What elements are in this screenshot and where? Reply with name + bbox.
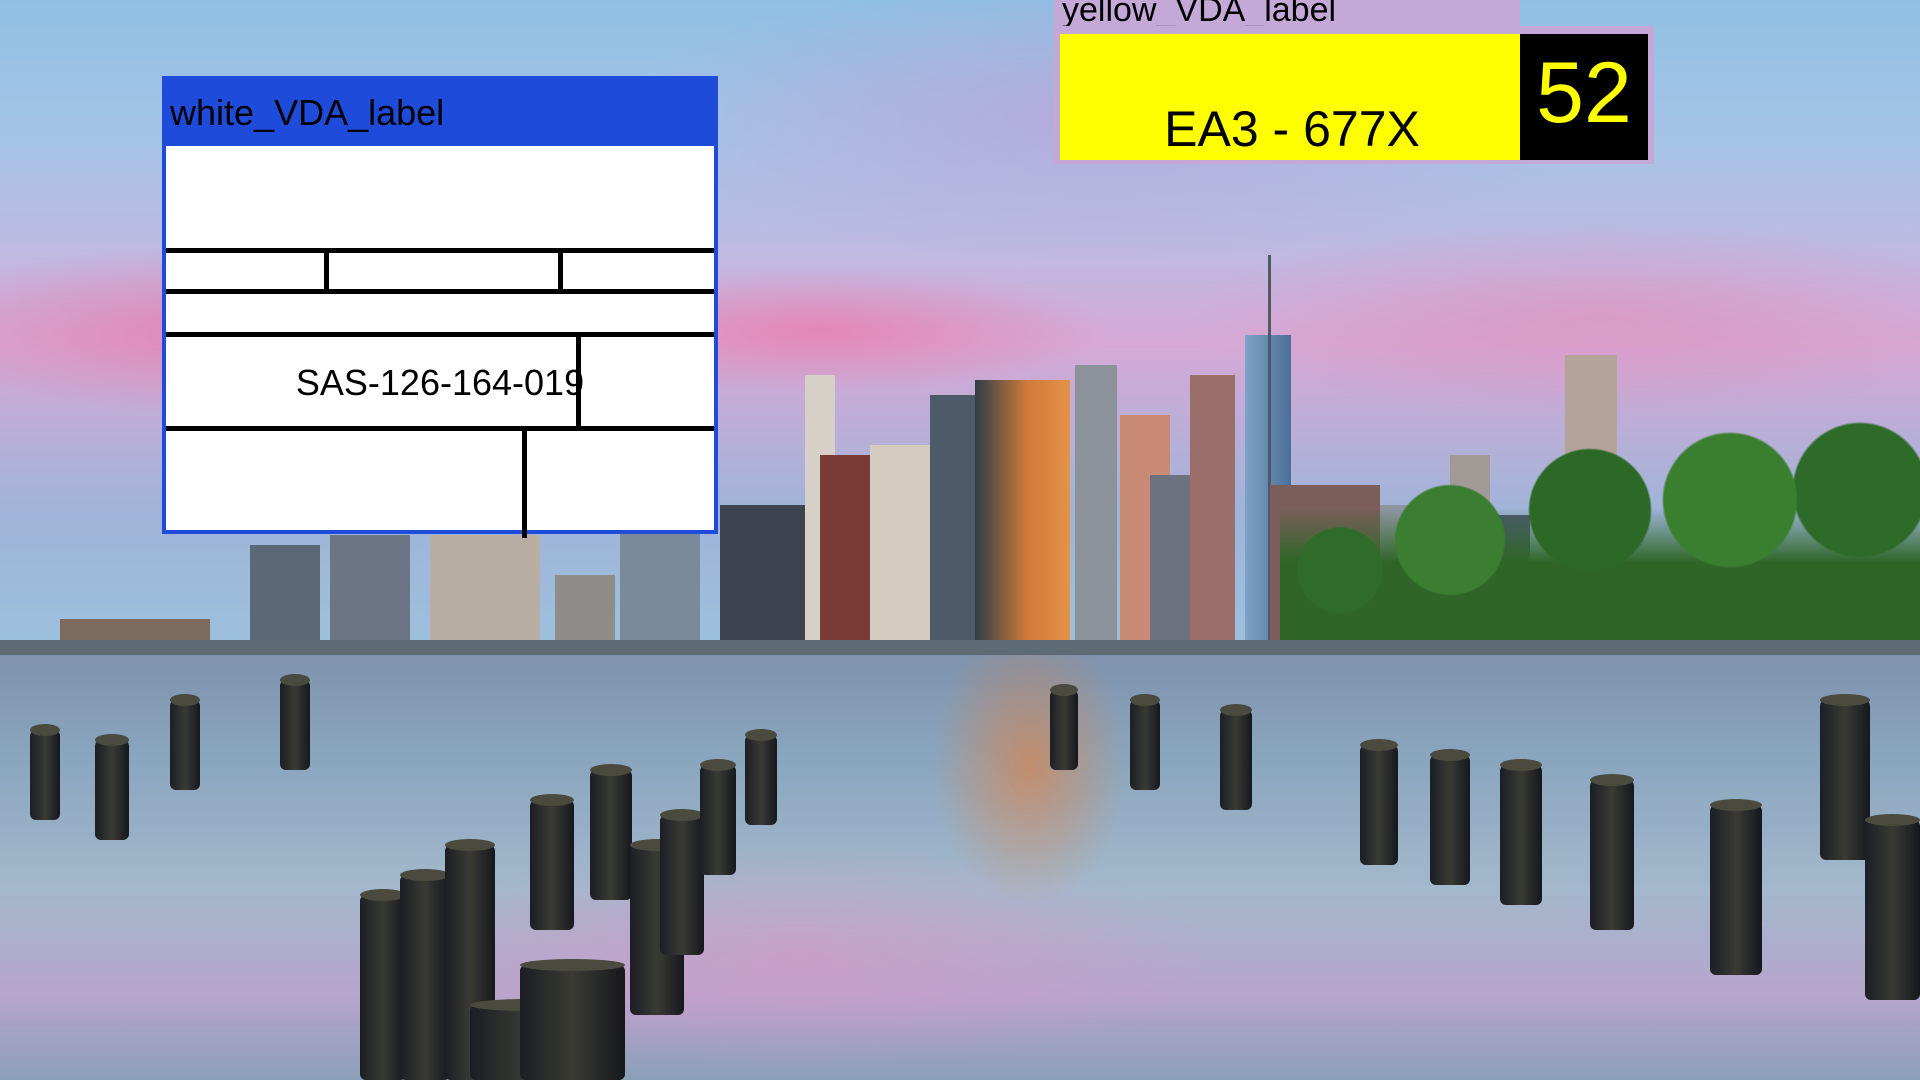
piling xyxy=(170,694,200,790)
piling xyxy=(1865,814,1920,1000)
label-rule xyxy=(324,248,329,294)
piling xyxy=(1050,684,1078,770)
white-label-body: SAS-126-164-019 xyxy=(162,142,718,538)
white-label-serial: SAS-126-164-019 xyxy=(295,362,585,403)
label-rule xyxy=(166,289,714,294)
piling xyxy=(1590,774,1634,930)
yellow-label-number-box: 52 xyxy=(1520,34,1648,160)
label-rule xyxy=(522,426,527,538)
white-vda-label[interactable]: white_VDA_label SAS-126-164-019 xyxy=(162,76,718,538)
piling xyxy=(95,734,129,840)
yellow-label-plate-text: EA3 - 677X xyxy=(1164,101,1420,157)
skyline-building xyxy=(930,395,980,655)
piling xyxy=(1500,759,1542,905)
label-rule xyxy=(166,332,714,337)
piling xyxy=(1220,704,1252,810)
piling xyxy=(30,724,60,820)
skyline-building xyxy=(1190,375,1235,655)
white-label-header: white_VDA_label xyxy=(162,76,718,142)
piling xyxy=(590,764,632,900)
piling xyxy=(1710,799,1762,975)
yellow-vda-label[interactable]: yellow_VDA_label EA3 - 677X 52 xyxy=(1054,0,1654,164)
piling xyxy=(1130,694,1160,790)
trees xyxy=(1280,400,1920,670)
piling xyxy=(745,729,777,825)
white-label-title: white_VDA_label xyxy=(170,92,445,133)
piling xyxy=(1430,749,1470,885)
skyline-building xyxy=(430,535,540,655)
yellow-label-plate: EA3 - 677X xyxy=(1060,34,1524,160)
label-rule xyxy=(576,332,581,428)
label-rule xyxy=(558,248,563,294)
piling xyxy=(660,809,704,955)
piling xyxy=(520,959,625,1080)
piling xyxy=(530,794,574,930)
skyline-building xyxy=(250,545,320,655)
label-rule xyxy=(166,248,714,253)
skyline-building xyxy=(620,530,700,655)
piling xyxy=(280,674,310,770)
skyline-building xyxy=(330,535,410,655)
piling xyxy=(1360,739,1398,865)
label-rule xyxy=(166,426,714,431)
piling xyxy=(400,869,450,1080)
yellow-label-number: 52 xyxy=(1536,45,1632,141)
skyline-building xyxy=(1075,365,1117,655)
piling xyxy=(1820,694,1870,860)
skyline-building xyxy=(975,380,1070,655)
piling xyxy=(700,759,736,875)
